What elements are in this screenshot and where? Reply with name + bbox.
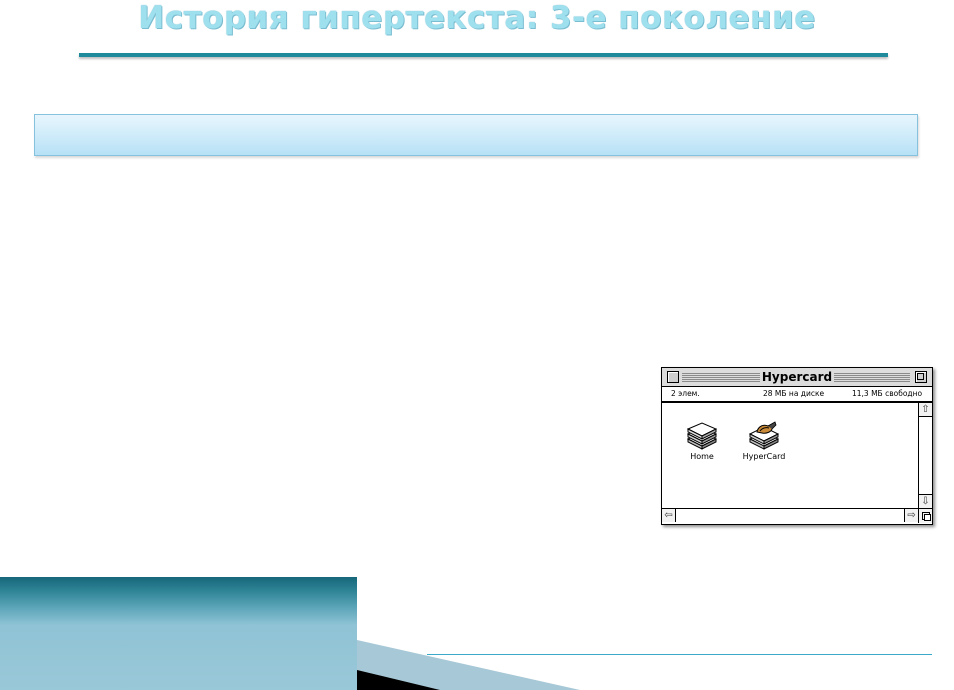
- finder-window: Hypercard 2 элем. 28 МБ на диске 11,3 МБ…: [661, 367, 933, 525]
- hypercard-app-icon: [748, 421, 780, 450]
- file-label: HyperCard: [742, 452, 786, 461]
- window-titlebar[interactable]: Hypercard: [662, 368, 932, 387]
- title-underline: [79, 53, 888, 57]
- slide-title: История гипертекста: 3-е поколение: [138, 0, 816, 36]
- file-hypercard[interactable]: HyperCard: [734, 420, 794, 461]
- horizontal-scrollbar[interactable]: ⇦ ⇨: [662, 508, 918, 523]
- items-count: 2 элем.: [671, 389, 700, 398]
- zoom-box-icon[interactable]: [915, 371, 927, 383]
- file-home[interactable]: Home: [672, 422, 732, 461]
- window-content: Home HyperCard: [662, 403, 918, 508]
- decorative-teal-block: [0, 577, 357, 690]
- subtitle-banner: [34, 114, 918, 156]
- file-label: Home: [690, 452, 714, 461]
- scroll-left-arrow-icon[interactable]: ⇦: [662, 509, 676, 522]
- scroll-up-arrow-icon[interactable]: ⇧: [919, 403, 932, 417]
- scroll-right-arrow-icon[interactable]: ⇨: [904, 509, 918, 522]
- window-title: Hypercard: [761, 370, 833, 384]
- vertical-scrollbar[interactable]: ⇧ ⇩: [918, 403, 932, 508]
- titlebar-stripes-left: [682, 372, 760, 382]
- close-box-icon[interactable]: [667, 371, 679, 383]
- decorative-wedge: [357, 640, 580, 690]
- disk-usage: 28 МБ на диске: [763, 389, 825, 398]
- free-space: 11,3 МБ свободно: [852, 389, 923, 398]
- titlebar-stripes-right: [834, 372, 910, 382]
- scroll-down-arrow-icon[interactable]: ⇩: [919, 494, 932, 508]
- resize-grow-box-icon[interactable]: [918, 508, 932, 523]
- stack-icon: [686, 422, 718, 450]
- window-info-bar: 2 элем. 28 МБ на диске 11,3 МБ свободно: [662, 387, 932, 403]
